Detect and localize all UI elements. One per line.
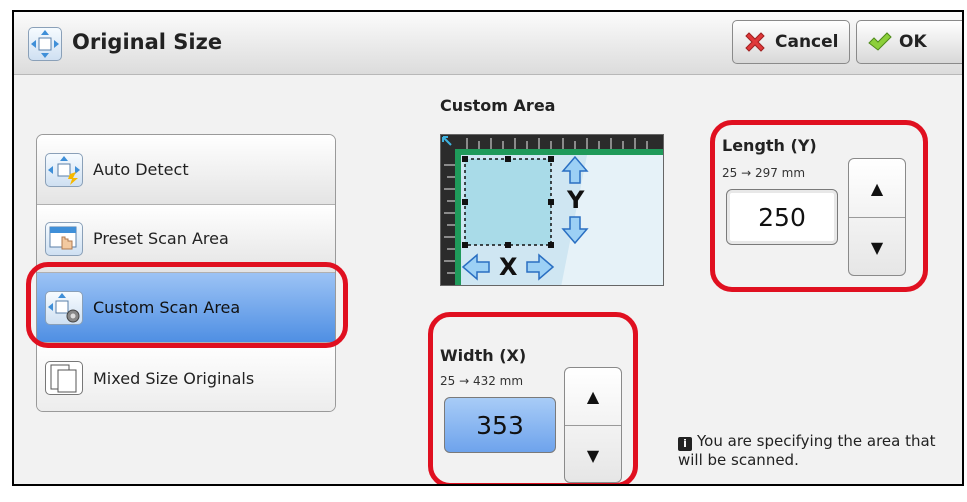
menu-item-label: Mixed Size Originals bbox=[93, 368, 255, 388]
length-label: Length (Y) bbox=[722, 136, 817, 155]
ok-button[interactable]: OK bbox=[856, 20, 962, 64]
info-text: You are specifying the area that will be… bbox=[678, 432, 936, 469]
width-increase-button[interactable]: ▲ bbox=[565, 368, 621, 426]
info-message: i You are specifying the area that will b… bbox=[678, 432, 938, 470]
width-spinner: ▲ ▼ bbox=[564, 367, 622, 483]
custom-scan-area-icon bbox=[45, 290, 83, 325]
length-value-field[interactable]: 250 bbox=[726, 189, 838, 245]
width-decrease-button[interactable]: ▼ bbox=[565, 426, 621, 482]
length-decrease-button[interactable]: ▼ bbox=[849, 218, 905, 275]
custom-area-heading: Custom Area bbox=[440, 96, 556, 115]
cancel-label: Cancel bbox=[775, 32, 839, 52]
checkmark-icon bbox=[868, 32, 892, 51]
page-title: Original Size bbox=[72, 30, 223, 54]
ok-label: OK bbox=[899, 32, 927, 52]
width-label: Width (X) bbox=[440, 346, 527, 365]
preset-scan-area-icon bbox=[45, 221, 83, 256]
title-bar: Original Size Cancel OK bbox=[14, 12, 962, 75]
original-size-dialog: Original Size Cancel OK Auto Detect Pres… bbox=[12, 10, 964, 486]
size-options-list: Auto Detect Preset Scan Area Custom Scan… bbox=[36, 134, 336, 412]
info-icon: i bbox=[678, 437, 692, 451]
length-increase-button[interactable]: ▲ bbox=[849, 159, 905, 218]
length-spinner: ▲ ▼ bbox=[848, 158, 906, 276]
width-range: 25 → 432 mm bbox=[440, 374, 524, 388]
cancel-x-icon bbox=[745, 32, 765, 52]
menu-item-custom-scan-area[interactable]: Custom Scan Area bbox=[37, 273, 335, 343]
original-size-icon bbox=[28, 27, 62, 61]
custom-area-diagram: Y X bbox=[440, 134, 664, 286]
menu-item-label: Custom Scan Area bbox=[93, 298, 241, 317]
menu-item-label: Preset Scan Area bbox=[93, 229, 229, 248]
menu-item-preset-scan-area[interactable]: Preset Scan Area bbox=[37, 205, 335, 273]
auto-detect-icon bbox=[45, 152, 83, 187]
menu-item-auto-detect[interactable]: Auto Detect bbox=[37, 135, 335, 205]
length-range: 25 → 297 mm bbox=[722, 166, 806, 180]
cancel-button[interactable]: Cancel bbox=[732, 20, 850, 64]
axis-x-label: X bbox=[499, 253, 518, 281]
menu-item-mixed-size-originals[interactable]: Mixed Size Originals bbox=[37, 343, 335, 411]
axis-y-label: Y bbox=[567, 186, 585, 214]
width-value-field[interactable]: 353 bbox=[444, 397, 556, 453]
mixed-size-originals-icon bbox=[45, 361, 83, 395]
menu-item-label: Auto Detect bbox=[93, 160, 189, 179]
